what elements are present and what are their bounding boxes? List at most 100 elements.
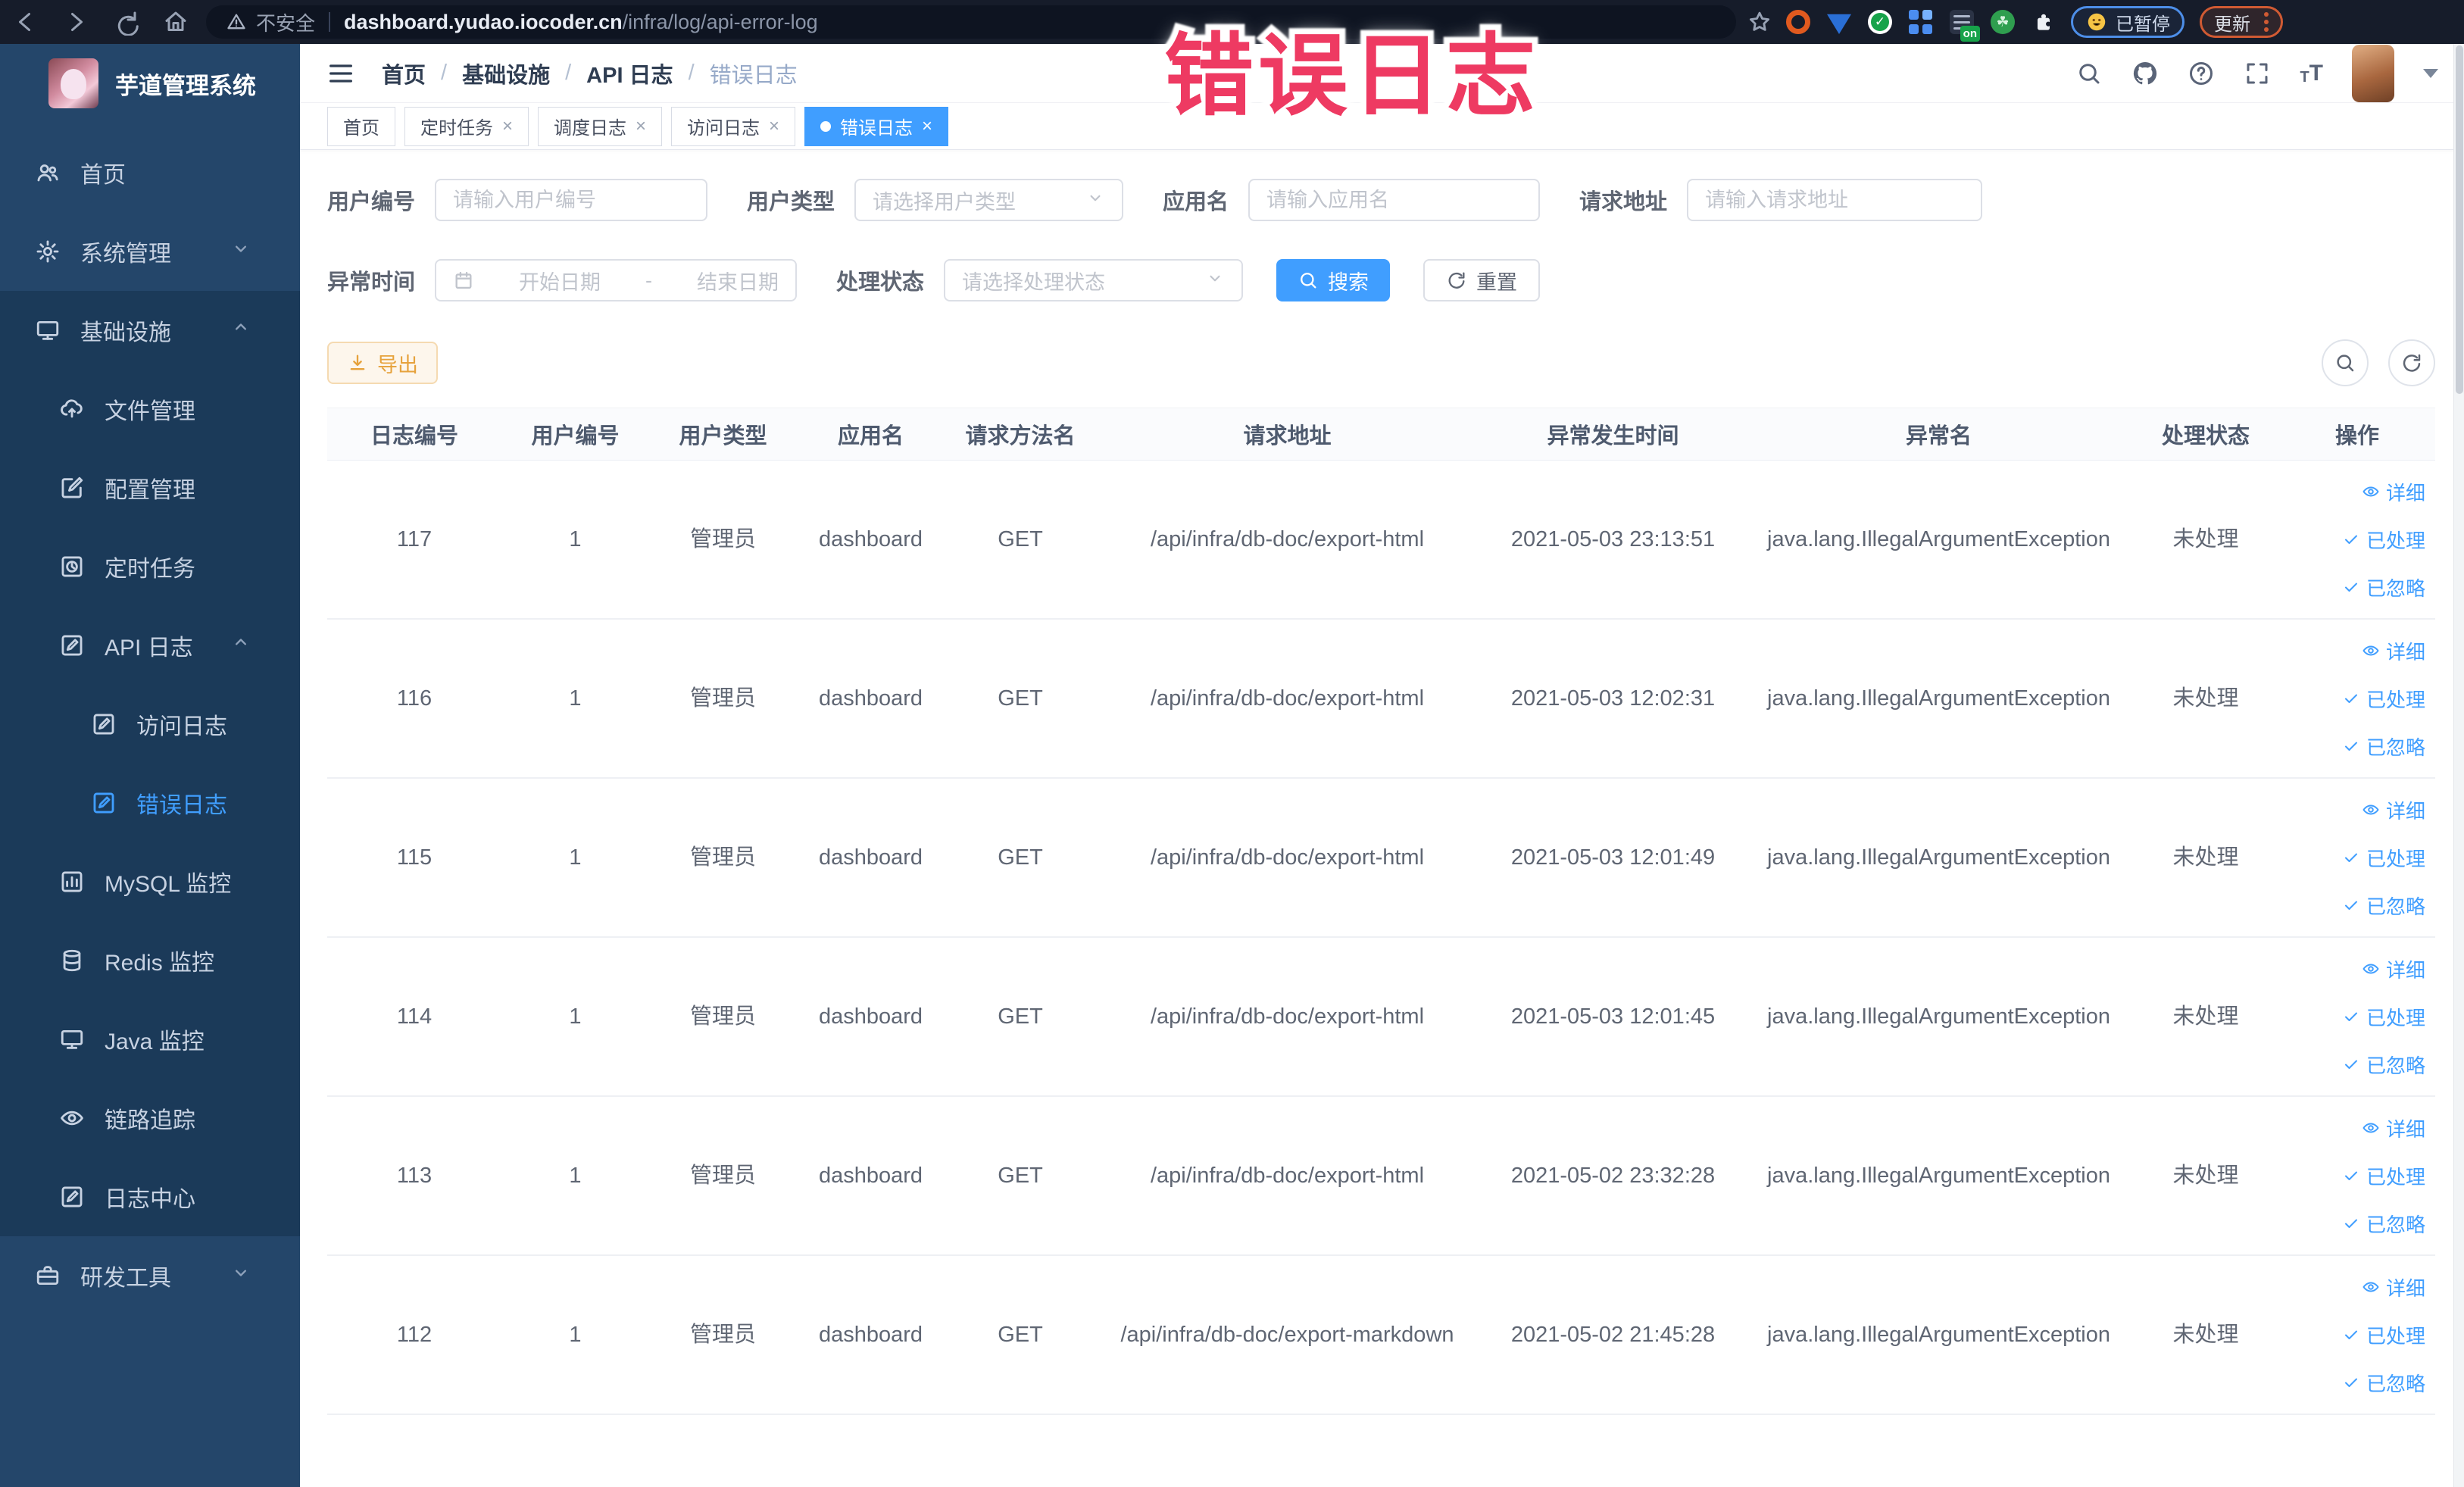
breadcrumb-infra[interactable]: 基础设施 <box>462 58 550 89</box>
processed-link[interactable]: 已处理 <box>2342 1321 2425 1349</box>
sidebar-item-access-log[interactable]: 访问日志 <box>0 685 300 764</box>
detail-link[interactable]: 详细 <box>2362 796 2425 824</box>
processed-link[interactable]: 已处理 <box>2342 1162 2425 1190</box>
sidebar-item-java[interactable]: Java 监控 <box>0 1000 300 1079</box>
check-icon <box>2342 1007 2360 1026</box>
processed-link[interactable]: 已处理 <box>2342 685 2425 713</box>
scrollbar-track[interactable] <box>2453 44 2464 1487</box>
extension-orange-icon[interactable] <box>1786 10 1810 34</box>
ignored-link[interactable]: 已忽略 <box>2342 1051 2425 1079</box>
sidebar-item-file[interactable]: 文件管理 <box>0 370 300 448</box>
address-bar[interactable]: 不安全 dashboard.yudao.iocoder.cn /infra/lo… <box>206 5 1736 39</box>
logo-row[interactable]: 芋道管理系统 <box>0 44 300 123</box>
ignored-link[interactable]: 已忽略 <box>2342 573 2425 601</box>
status-select[interactable]: 请选择处理状态 <box>944 259 1244 301</box>
toggle-search-button[interactable] <box>2322 339 2369 386</box>
not-secure-label: 不安全 <box>256 11 316 35</box>
close-icon[interactable]: × <box>922 117 932 136</box>
tab-access-log[interactable]: 访问日志 × <box>671 106 796 146</box>
reload-icon[interactable] <box>112 8 139 36</box>
sidebar-item-config[interactable]: 配置管理 <box>0 448 300 527</box>
scrollbar-thumb[interactable] <box>2456 45 2463 394</box>
github-icon[interactable] <box>2131 60 2159 87</box>
check-icon <box>2342 1326 2360 1344</box>
back-icon[interactable] <box>12 8 39 36</box>
breadcrumb-api-log[interactable]: API 日志 <box>586 58 673 89</box>
gear-icon <box>35 239 61 264</box>
browser-menu-icon[interactable] <box>2264 12 2269 32</box>
check-icon <box>2342 689 2360 708</box>
font-size-icon[interactable]: TT <box>2300 61 2323 86</box>
bookmark-star-icon[interactable] <box>1747 9 1772 35</box>
sidebar-item-system[interactable]: 系统管理 <box>0 212 300 291</box>
detail-link[interactable]: 详细 <box>2362 478 2425 506</box>
help-icon[interactable] <box>2188 60 2215 87</box>
ignored-link[interactable]: 已忽略 <box>2342 733 2425 761</box>
paused-badge[interactable]: 已暂停 <box>2071 6 2184 38</box>
extension-green-check-icon[interactable]: ✓ <box>1868 10 1892 34</box>
sidebar-item-infra[interactable]: 基础设施 <box>0 291 300 370</box>
export-button[interactable]: 导出 <box>327 342 438 384</box>
avatar[interactable] <box>2352 44 2394 102</box>
check-icon <box>2342 1214 2360 1232</box>
refresh-button[interactable] <box>2388 339 2435 386</box>
detail-link[interactable]: 详细 <box>2362 637 2425 665</box>
ignored-link[interactable]: 已忽略 <box>2342 1210 2425 1238</box>
cell-exception-name: java.lang.IllegalArgumentException <box>1767 1004 2110 1029</box>
fullscreen-icon[interactable] <box>2244 60 2271 87</box>
sidebar-item-home[interactable]: 首页 <box>0 133 300 212</box>
tab-job[interactable]: 定时任务 × <box>404 106 529 146</box>
ignored-link[interactable]: 已忽略 <box>2342 1369 2425 1397</box>
processed-link[interactable]: 已处理 <box>2342 844 2425 872</box>
sidebar-item-mysql[interactable]: MySQL 监控 <box>0 842 300 921</box>
date-range-picker[interactable]: 开始日期 - 结束日期 <box>435 259 798 301</box>
home-icon[interactable] <box>162 8 189 36</box>
reset-button[interactable]: 重置 <box>1423 259 1541 301</box>
caret-down-icon[interactable] <box>2423 68 2438 78</box>
search-icon[interactable] <box>2075 60 2103 87</box>
select-placeholder: 请选择处理状态 <box>962 270 1106 294</box>
sidebar-item-dev-tools[interactable]: 研发工具 <box>0 1236 300 1315</box>
tab-job-log[interactable]: 调度日志 × <box>538 106 663 146</box>
forward-icon[interactable] <box>62 8 89 36</box>
col-exception-time: 异常发生时间 <box>1547 424 1679 448</box>
ignored-link[interactable]: 已忽略 <box>2342 892 2425 920</box>
sidebar-item-trace[interactable]: 链路追踪 <box>0 1079 300 1157</box>
search-button[interactable]: 搜索 <box>1276 259 1391 301</box>
sidebar-item-log-center[interactable]: 日志中心 <box>0 1157 300 1236</box>
close-icon[interactable]: × <box>636 117 646 136</box>
sidebar-item-api-log[interactable]: API 日志 <box>0 606 300 685</box>
refresh-icon <box>2400 351 2423 374</box>
extension-blue-icon[interactable] <box>1827 14 1851 34</box>
close-icon[interactable]: × <box>502 117 513 136</box>
cell-exception-time: 2021-05-03 12:01:49 <box>1510 845 1716 870</box>
processed-link[interactable]: 已处理 <box>2342 526 2425 554</box>
extension-grid-icon[interactable] <box>1909 10 1933 34</box>
processed-link[interactable]: 已处理 <box>2342 1003 2425 1031</box>
detail-link[interactable]: 详细 <box>2362 1273 2425 1301</box>
update-button[interactable]: 更新 <box>2200 6 2283 38</box>
tab-error-log[interactable]: 错误日志 × <box>804 106 949 146</box>
hamburger-icon[interactable] <box>326 58 356 89</box>
request-url-input[interactable] <box>1687 179 1983 221</box>
extension-leaf-icon[interactable]: ☘ <box>1991 10 2015 34</box>
sidebar-item-error-log[interactable]: 错误日志 <box>0 764 300 842</box>
detail-link[interactable]: 详细 <box>2362 1114 2425 1142</box>
detail-link[interactable]: 详细 <box>2362 955 2425 983</box>
cell-app-name: dashboard <box>818 526 923 551</box>
update-label: 更新 <box>2214 14 2250 35</box>
user-id-input[interactable] <box>435 179 708 221</box>
cell-user-id: 1 <box>569 686 582 711</box>
sidebar-item-redis[interactable]: Redis 监控 <box>0 921 300 1000</box>
cell-user-type: 管理员 <box>689 526 756 551</box>
tab-home[interactable]: 首页 <box>327 106 395 146</box>
extension-list-icon[interactable]: on <box>1950 10 1980 42</box>
user-type-select[interactable]: 请选择用户类型 <box>854 179 1124 221</box>
extensions-puzzle-icon[interactable] <box>2031 10 2056 34</box>
breadcrumb-home[interactable]: 首页 <box>382 58 426 89</box>
detail-label: 详细 <box>2385 481 2425 505</box>
eye-icon <box>2362 801 2380 819</box>
close-icon[interactable]: × <box>769 117 779 136</box>
app-name-input[interactable] <box>1248 179 1541 221</box>
sidebar-item-job[interactable]: 定时任务 <box>0 527 300 606</box>
